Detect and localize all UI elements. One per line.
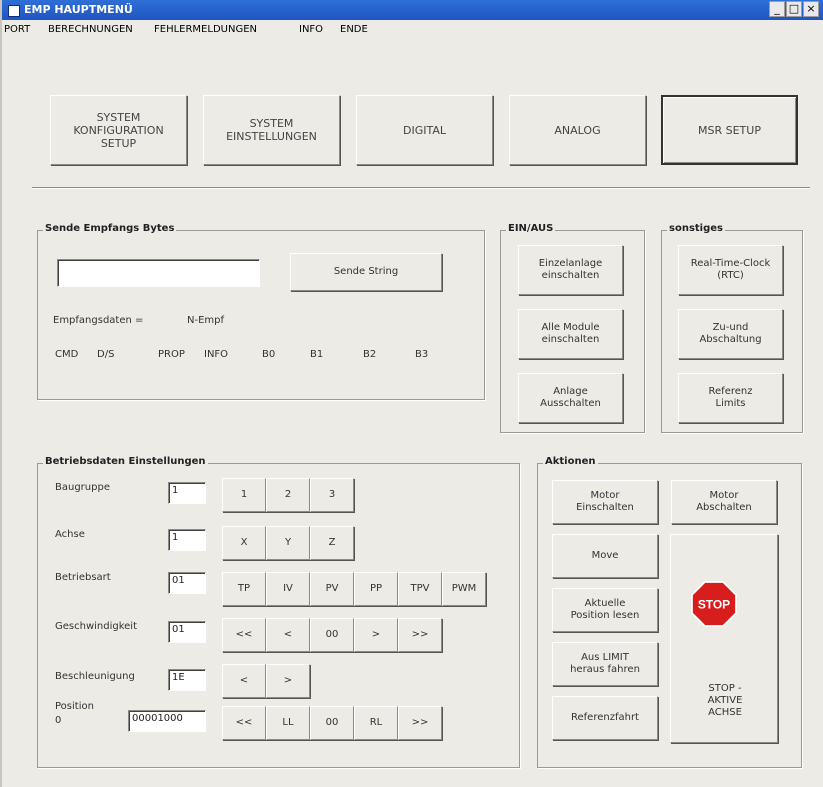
geschwindigkeit-button-reset[interactable]: 00 [310,618,354,652]
geschwindigkeit-value[interactable]: 01 [168,621,206,643]
column-info: INFO [204,349,229,360]
menu-info[interactable]: INFO [299,24,323,35]
referenzfahrt-button[interactable]: Referenzfahrt [552,696,658,740]
betriebsdaten-legend: Betriebsdaten Einstellungen [43,456,208,467]
menu-port[interactable]: PORT [4,24,30,35]
title-bar[interactable]: EMP HAUPTMENÜ _ □ × [2,0,823,20]
motor-einschalten-button[interactable]: Motor Einschalten [552,480,658,524]
window-title: EMP HAUPTMENÜ [24,3,133,16]
achse-label: Achse [55,529,85,540]
column-prop: PROP [158,349,185,360]
column-b1: B1 [310,349,324,360]
position-button-reset[interactable]: 00 [310,706,354,740]
position-button-ll[interactable]: LL [266,706,310,740]
geschwindigkeit-button-down[interactable]: < [266,618,310,652]
beschleunigung-label: Beschleunigung [55,671,135,682]
zu-und-abschaltung-button[interactable]: Zu-und Abschaltung [678,309,783,359]
digital-button[interactable]: DIGITAL [356,95,493,165]
column-b2: B2 [363,349,377,360]
baugruppe-value[interactable]: 1 [168,482,206,504]
column-cmd: CMD [55,349,79,360]
send-receive-group: Sende Empfangs Bytes Sende String Empfan… [37,223,485,400]
app-icon [8,5,20,17]
beschleunigung-button-down[interactable]: < [222,664,266,698]
geschwindigkeit-button-fast-up[interactable]: >> [398,618,442,652]
betriebsart-value[interactable]: 01 [168,572,206,594]
aktionen-group: Aktionen Motor Einschalten Motor Abschal… [537,456,802,768]
baugruppe-button-3[interactable]: 3 [310,478,354,512]
main-window: EMP HAUPTMENÜ _ □ × PORT BERECHNUNGEN FE… [0,0,823,787]
achse-value[interactable]: 1 [168,529,206,551]
betriebsart-button-pp[interactable]: PP [354,572,398,606]
alle-module-einschalten-button[interactable]: Alle Module einschalten [518,309,623,359]
stop-active-axis-button[interactable]: STOP STOP - AKTIVE ACHSE [670,534,778,743]
send-string-input[interactable] [57,259,260,287]
baugruppe-label: Baugruppe [55,482,110,493]
geschwindigkeit-label: Geschwindigkeit [55,621,138,632]
stop-active-axis-label: STOP - AKTIVE ACHSE [707,683,743,718]
einzelanlage-einschalten-button[interactable]: Einzelanlage einschalten [518,245,623,295]
betriebsart-button-tp[interactable]: TP [222,572,266,606]
menu-bar: PORT BERECHNUNGEN FEHLERMELDUNGEN INFO E… [2,21,823,39]
menu-fehlermeldungen[interactable]: FEHLERMELDUNGEN [154,24,257,35]
geschwindigkeit-button-up[interactable]: > [354,618,398,652]
column-b0: B0 [262,349,276,360]
position-value[interactable]: 00001000 [128,710,206,732]
betriebsart-label: Betriebsart [55,572,111,583]
baugruppe-button-1[interactable]: 1 [222,478,266,512]
column-ds: D/S [97,349,115,360]
betriebsart-button-iv[interactable]: IV [266,572,310,606]
system-konfiguration-button[interactable]: SYSTEM KONFIGURATION SETUP [50,95,187,165]
position-button-fast-right[interactable]: >> [398,706,442,740]
achse-button-x[interactable]: X [222,526,266,560]
move-button[interactable]: Move [552,534,658,578]
anlage-ausschalten-button[interactable]: Anlage Ausschalten [518,373,623,423]
geschwindigkeit-button-fast-down[interactable]: << [222,618,266,652]
separator [32,187,810,189]
send-string-button[interactable]: Sende String [290,253,442,291]
referenz-limits-button[interactable]: Referenz Limits [678,373,783,423]
system-einstellungen-button[interactable]: SYSTEM EINSTELLUNGEN [203,95,340,165]
stop-sign-text: STOP [698,598,730,612]
achse-button-z[interactable]: Z [310,526,354,560]
einaus-group: EIN/AUS Einzelanlage einschalten Alle Mo… [500,223,645,433]
close-button[interactable]: × [803,1,819,17]
baugruppe-button-2[interactable]: 2 [266,478,310,512]
real-time-clock-button[interactable]: Real-Time-Clock (RTC) [678,245,783,295]
position-label: Position 0 [55,701,94,726]
aus-limit-heraus-fahren-button[interactable]: Aus LIMIT heraus fahren [552,642,658,686]
beschleunigung-button-up[interactable]: > [266,664,310,698]
menu-ende[interactable]: ENDE [340,24,368,35]
betriebsdaten-group: Betriebsdaten Einstellungen Baugruppe 1 … [37,456,520,768]
position-button-rl[interactable]: RL [354,706,398,740]
beschleunigung-value[interactable]: 1E [168,669,206,691]
column-b3: B3 [415,349,429,360]
sonstiges-legend: sonstiges [667,223,725,234]
receive-data-label: Empfangsdaten = [53,315,144,326]
menu-berechnungen[interactable]: BERECHNUNGEN [48,24,133,35]
stop-sign-icon: STOP [691,581,737,627]
receive-data-value: N-Empf [187,315,225,326]
betriebsart-button-tpv[interactable]: TPV [398,572,442,606]
einaus-legend: EIN/AUS [506,223,556,234]
minimize-button[interactable]: _ [769,1,785,17]
betriebsart-button-pwm[interactable]: PWM [442,572,486,606]
position-button-fast-left[interactable]: << [222,706,266,740]
analog-button[interactable]: ANALOG [509,95,646,165]
betriebsart-button-pv[interactable]: PV [310,572,354,606]
send-receive-legend: Sende Empfangs Bytes [43,223,177,234]
maximize-button[interactable]: □ [786,1,802,17]
achse-button-y[interactable]: Y [266,526,310,560]
aktionen-legend: Aktionen [543,456,598,467]
sonstiges-group: sonstiges Real-Time-Clock (RTC) Zu-und A… [661,223,803,433]
aktuelle-position-lesen-button[interactable]: Aktuelle Position lesen [552,588,658,632]
motor-abschalten-button[interactable]: Motor Abschalten [671,480,777,524]
msr-setup-button[interactable]: MSR SETUP [661,95,798,165]
